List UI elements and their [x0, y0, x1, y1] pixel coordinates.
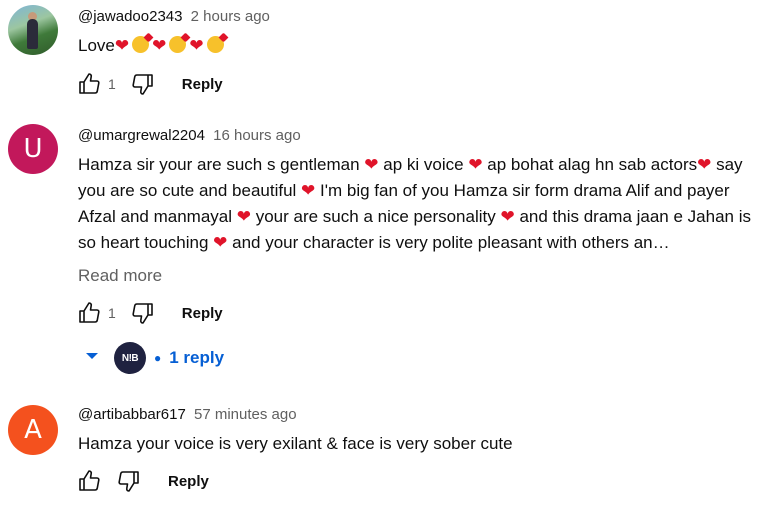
avatar[interactable]: A — [8, 405, 58, 455]
comment-author[interactable]: @jawadoo2343 — [78, 8, 182, 25]
comment-text-segment: and your character is very polite pleasa… — [227, 233, 670, 252]
dislike-icon[interactable] — [130, 71, 156, 97]
comment-actions: 1 Reply — [76, 70, 223, 98]
reply-button[interactable]: Reply — [182, 305, 223, 322]
kiss-emoji-icon — [132, 36, 150, 53]
chevron-down-icon — [84, 348, 100, 369]
comment-time[interactable]: 16 hours ago — [213, 127, 301, 144]
comment-text-segment: Hamza sir your are such s gentleman — [78, 155, 365, 174]
heart-emoji-icon: ❤ — [236, 207, 251, 226]
comment-text: Love❤ ❤ ❤ — [78, 33, 768, 59]
avatar-photo-figure — [27, 19, 38, 49]
view-replies-button[interactable]: N!B ● 1 reply — [84, 342, 224, 374]
comment-header: @artibabbar617 57 minutes ago — [78, 406, 297, 423]
like-icon[interactable] — [76, 300, 102, 326]
like-count: 1 — [108, 76, 116, 92]
heart-emoji-icon: ❤ — [213, 233, 228, 252]
comment-text: Hamza sir your are such s gentleman ❤ ap… — [78, 152, 768, 256]
heart-emoji-icon: ❤ — [364, 155, 379, 174]
avatar[interactable] — [8, 5, 58, 55]
dislike-icon[interactable] — [116, 468, 142, 494]
comment-text-segment: ap ki voice — [378, 155, 469, 174]
kiss-emoji-icon — [206, 36, 224, 53]
reply-button[interactable]: Reply — [182, 76, 223, 93]
comment-text-segment: your are such a nice personality — [251, 207, 501, 226]
like-icon[interactable] — [76, 71, 102, 97]
comment-actions: 1 Reply — [76, 299, 223, 327]
like-icon[interactable] — [76, 468, 102, 494]
reply-avatar: N!B — [114, 342, 146, 374]
comment-header: @jawadoo2343 2 hours ago — [78, 8, 270, 25]
like-count: 1 — [108, 305, 116, 321]
comment-time[interactable]: 2 hours ago — [191, 8, 270, 25]
heart-emoji-icon: ❤ — [189, 36, 204, 55]
dislike-icon[interactable] — [130, 300, 156, 326]
reply-button[interactable]: Reply — [168, 473, 209, 490]
heart-emoji-icon: ❤ — [697, 155, 712, 174]
comment-time[interactable]: 57 minutes ago — [194, 406, 297, 423]
avatar-letter: U — [23, 134, 43, 164]
comment-text: Hamza your voice is very exilant & face … — [78, 434, 513, 453]
read-more-button[interactable]: Read more — [78, 266, 162, 286]
kiss-emoji-icon — [169, 36, 187, 53]
comment-author[interactable]: @umargrewal2204 — [78, 127, 205, 144]
comment-text-prefix: Love — [78, 36, 115, 55]
avatar[interactable]: U — [8, 124, 58, 174]
avatar-letter: A — [24, 415, 42, 445]
comment-actions: Reply — [76, 467, 209, 495]
heart-emoji-icon: ❤ — [500, 207, 515, 226]
comment-text-segment: ap bohat alag hn sab actors — [482, 155, 698, 174]
heart-emoji-icon: ❤ — [468, 155, 483, 174]
comment-author[interactable]: @artibabbar617 — [78, 406, 186, 423]
separator-dot: ● — [154, 351, 162, 365]
heart-emoji-icon: ❤ — [114, 36, 130, 55]
heart-emoji-icon: ❤ — [152, 36, 167, 55]
comment-header: @umargrewal2204 16 hours ago — [78, 127, 301, 144]
heart-emoji-icon: ❤ — [301, 181, 316, 200]
reply-count-label: 1 reply — [169, 348, 225, 367]
